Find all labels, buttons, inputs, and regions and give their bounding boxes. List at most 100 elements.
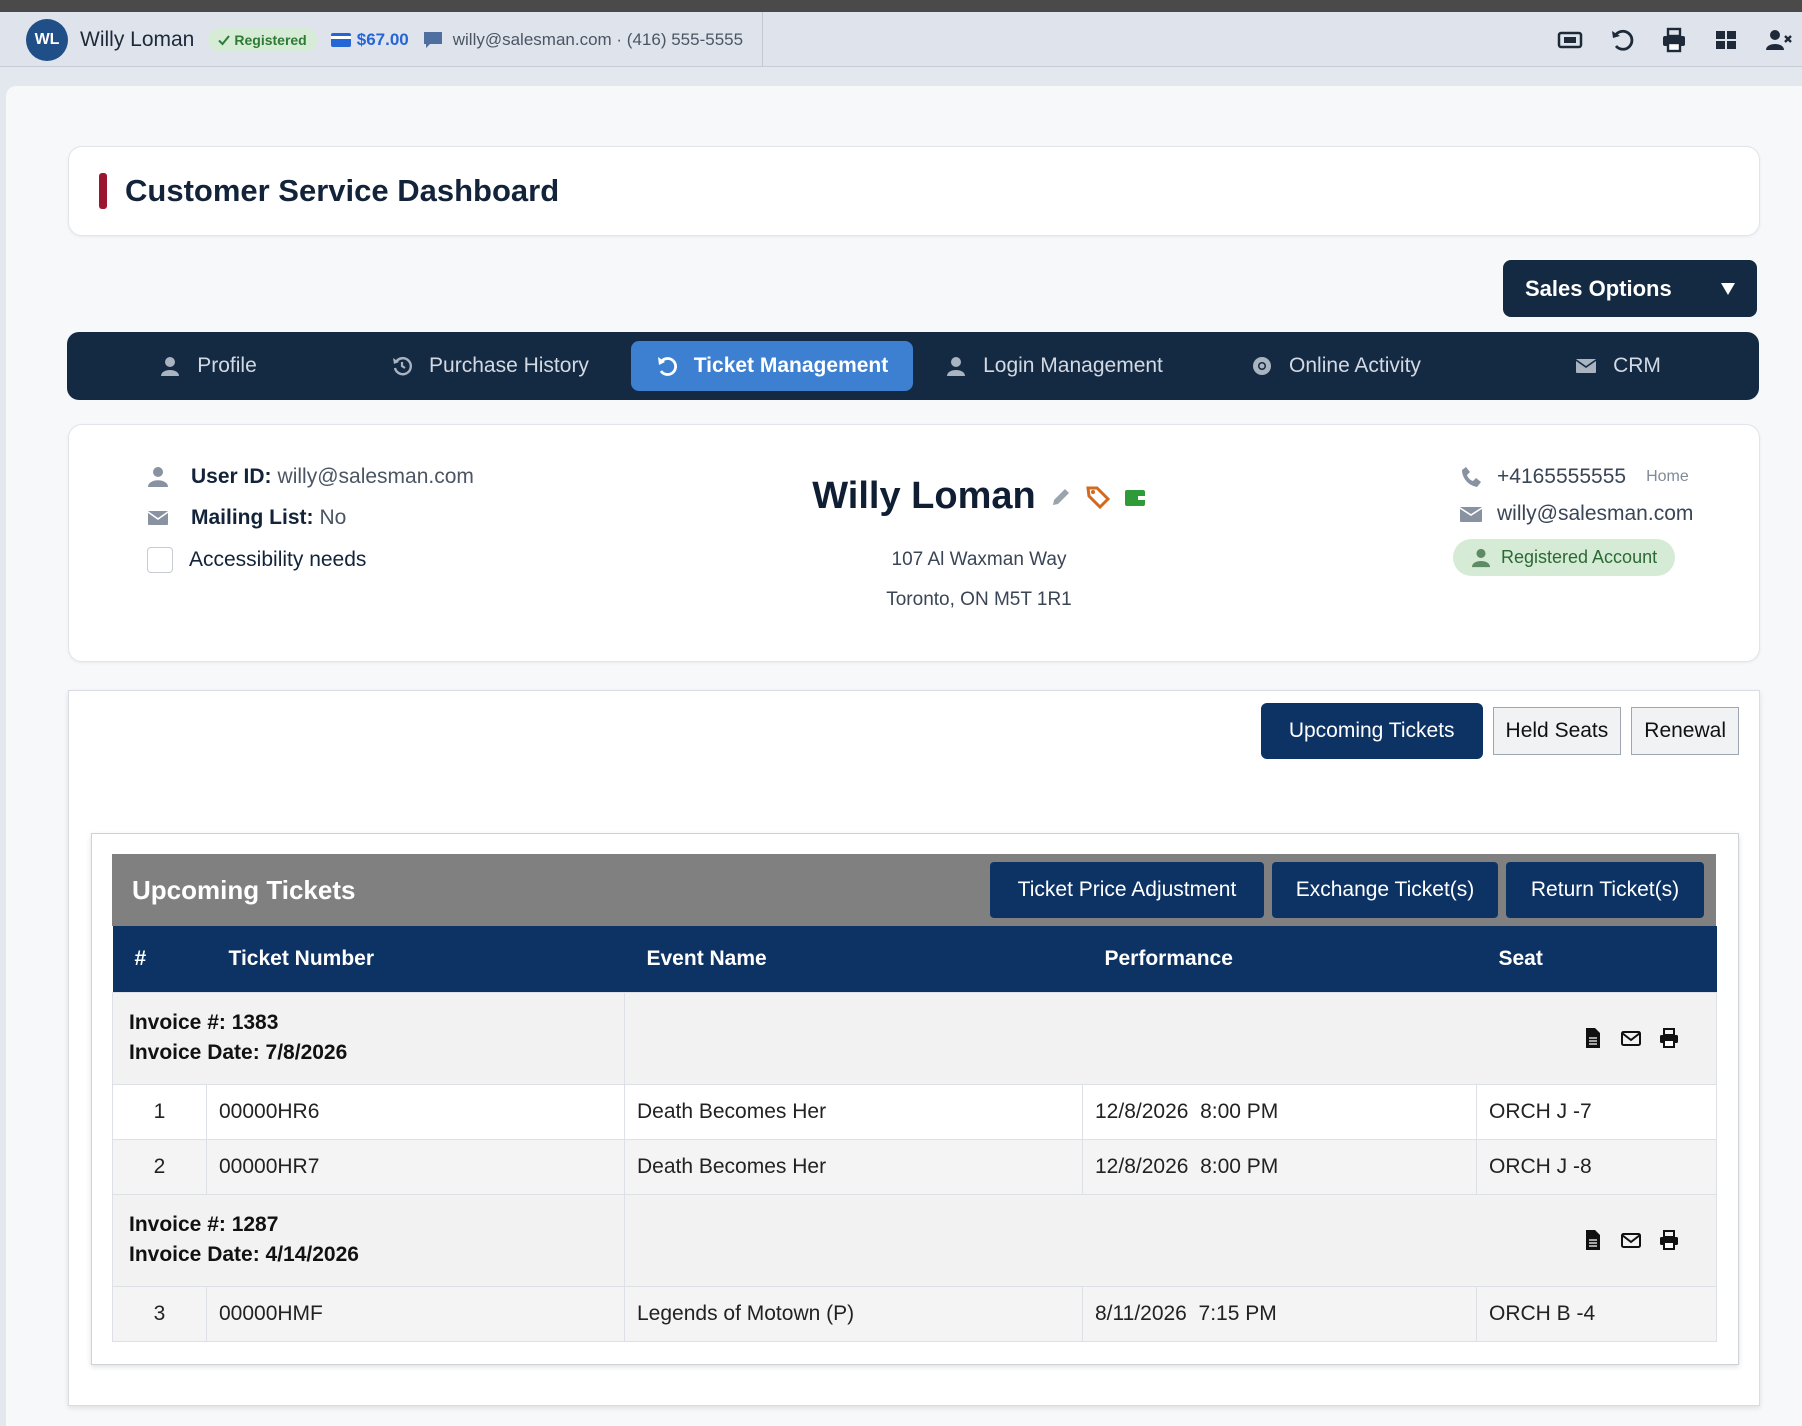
header-contact-text: willy@salesman.com · (416) 555-5555: [452, 29, 744, 49]
dashboard-title-card: Customer Service Dashboard: [68, 146, 1760, 236]
tab-online-activity[interactable]: Online Activity: [1195, 341, 1477, 391]
event-name: Death Becomes Her: [624, 1083, 1083, 1140]
tab-label: Ticket Management: [693, 354, 889, 377]
title-accent-bar: [99, 173, 107, 209]
header-toolbar: [1556, 12, 1792, 67]
invoice-number: Invoice #: 1287: [129, 1213, 279, 1236]
user-id-row: User ID: willy@salesman.com: [147, 465, 474, 489]
table-row[interactable]: 3 00000HMF Legends of Motown (P) 8/11/20…: [112, 1285, 1717, 1342]
mailing-list-label: Mailing List:: [191, 506, 314, 529]
account-credit[interactable]: $67.00: [330, 30, 409, 50]
tab-login-management[interactable]: Login Management: [913, 341, 1195, 391]
table-row[interactable]: 2 00000HR7 Death Becomes Her 12/8/2026 8…: [112, 1138, 1717, 1195]
event-name: Death Becomes Her: [624, 1138, 1083, 1195]
phone-row: +4165555555 Home: [1459, 465, 1693, 489]
tab-label: CRM: [1613, 354, 1661, 377]
exchange-tickets-button[interactable]: Exchange Ticket(s): [1272, 862, 1498, 918]
user-remove-icon[interactable]: [1764, 26, 1792, 54]
seat: ORCH B -4: [1476, 1285, 1717, 1342]
main-content: Customer Service Dashboard Sales Options…: [6, 86, 1802, 1426]
customer-name: Willy Loman: [80, 27, 195, 51]
email-icon[interactable]: [1620, 1027, 1642, 1049]
grid-icon[interactable]: [1712, 26, 1740, 54]
address-line-1: 107 Al Waxman Way: [891, 549, 1067, 570]
envelope-icon: [1575, 359, 1597, 373]
customer-contact: +4165555555 Home willy@salesman.com Regi…: [1453, 465, 1693, 576]
ticket-index: 1: [112, 1083, 207, 1140]
account-status-badge: Registered Account: [1453, 539, 1676, 576]
print-icon[interactable]: [1660, 26, 1688, 54]
document-icon[interactable]: [1582, 1027, 1604, 1049]
tag-icon[interactable]: [1086, 485, 1110, 509]
subtab-held-seats[interactable]: Held Seats: [1492, 707, 1622, 755]
phone-type: Home: [1646, 468, 1689, 485]
panel-actions: Ticket Price Adjustment Exchange Ticket(…: [990, 862, 1704, 918]
customer-header-bar: WL Willy Loman Registered $67.00 willy@s…: [0, 12, 1802, 67]
customer-identity: Willy Loman 107 Al Waxman Way Toronto, O…: [629, 475, 1329, 620]
seat: ORCH J -7: [1476, 1083, 1717, 1140]
sales-options-label: Sales Options: [1525, 275, 1672, 301]
subtab-upcoming-tickets[interactable]: Upcoming Tickets: [1260, 703, 1483, 759]
user-id-value: willy@salesman.com: [277, 465, 474, 488]
account-status-label: Registered Account: [1501, 547, 1658, 567]
document-icon[interactable]: [1582, 1229, 1604, 1251]
tab-label: Login Management: [983, 354, 1163, 377]
invoice-date: Invoice Date: 7/8/2026: [129, 1041, 348, 1064]
comment-icon: [423, 31, 442, 48]
accessibility-label: Accessibility needs: [189, 548, 367, 571]
ticket-price-adjustment-button[interactable]: Ticket Price Adjustment: [990, 862, 1264, 918]
avatar[interactable]: WL: [26, 18, 68, 61]
accessibility-checkbox[interactable]: [147, 547, 173, 573]
invoice-number: Invoice #: 1383: [129, 1011, 279, 1034]
ticket-icon[interactable]: [1556, 26, 1584, 54]
tab-label: Online Activity: [1289, 354, 1421, 377]
ticket-management-card: Upcoming Tickets Held Seats Renewal Upco…: [68, 690, 1760, 1406]
invoice-actions: [637, 1027, 1716, 1049]
invoice-row: Invoice #: 1383 Invoice Date: 7/8/2026: [112, 991, 1717, 1085]
print-icon[interactable]: [1658, 1229, 1680, 1251]
accessibility-row: Accessibility needs: [147, 547, 474, 573]
invoice-actions-cell: [624, 991, 1717, 1085]
invoice-info: Invoice #: 1383 Invoice Date: 7/8/2026: [112, 991, 625, 1085]
customer-summary: WL Willy Loman Registered $67.00 willy@s…: [0, 12, 763, 67]
phone-number[interactable]: +4165555555: [1497, 465, 1626, 489]
sales-options-dropdown[interactable]: Sales Options: [1503, 260, 1757, 317]
envelope-icon: [1459, 507, 1483, 522]
invoice-date: Invoice Date: 4/14/2026: [129, 1243, 359, 1266]
tab-ticket-management[interactable]: Ticket Management: [631, 341, 913, 391]
chrome-icon: [1253, 357, 1272, 375]
user-id-label: User ID:: [191, 465, 272, 488]
email-address[interactable]: willy@salesman.com: [1497, 502, 1693, 526]
ticket-subtabs: Upcoming Tickets Held Seats Renewal: [1260, 703, 1739, 759]
event-name: Legends of Motown (P): [624, 1285, 1083, 1342]
ticket-number: 00000HR6: [206, 1083, 625, 1140]
table-header-row: # Ticket Number Event Name Performance S…: [112, 926, 1717, 992]
email-icon[interactable]: [1620, 1229, 1642, 1251]
pencil-icon[interactable]: [1050, 486, 1072, 508]
tab-label: Purchase History: [429, 354, 589, 377]
column-header: Event Name: [624, 926, 1083, 992]
address-line-2: Toronto, ON M5T 1R1: [886, 589, 1072, 610]
refresh-icon[interactable]: [1608, 26, 1636, 54]
performance: 12/8/2026 8:00 PM: [1082, 1083, 1477, 1140]
check-icon: [218, 34, 231, 45]
registered-label: Registered: [234, 31, 307, 48]
column-header: Ticket Number: [206, 926, 625, 992]
wallet-icon[interactable]: [1124, 487, 1146, 507]
mailing-list-row: Mailing List: No: [147, 506, 474, 530]
tab-label: Profile: [197, 354, 257, 377]
subtab-renewal[interactable]: Renewal: [1631, 707, 1739, 755]
mailing-list-value: No: [319, 506, 347, 529]
table-row[interactable]: 1 00000HR6 Death Becomes Her 12/8/2026 8…: [112, 1083, 1717, 1140]
page-title: Customer Service Dashboard: [125, 173, 560, 208]
tab-purchase-history[interactable]: Purchase History: [349, 341, 631, 391]
tab-crm[interactable]: CRM: [1477, 341, 1759, 391]
tab-profile[interactable]: Profile: [67, 341, 349, 391]
user-icon: [947, 357, 966, 376]
email-row: willy@salesman.com: [1459, 502, 1693, 526]
return-tickets-button[interactable]: Return Ticket(s): [1506, 862, 1704, 918]
customer-address: 107 Al Waxman Way Toronto, ON M5T 1R1: [629, 540, 1329, 620]
ticket-number: 00000HMF: [206, 1285, 625, 1342]
print-icon[interactable]: [1658, 1027, 1680, 1049]
performance: 12/8/2026 8:00 PM: [1082, 1138, 1477, 1195]
